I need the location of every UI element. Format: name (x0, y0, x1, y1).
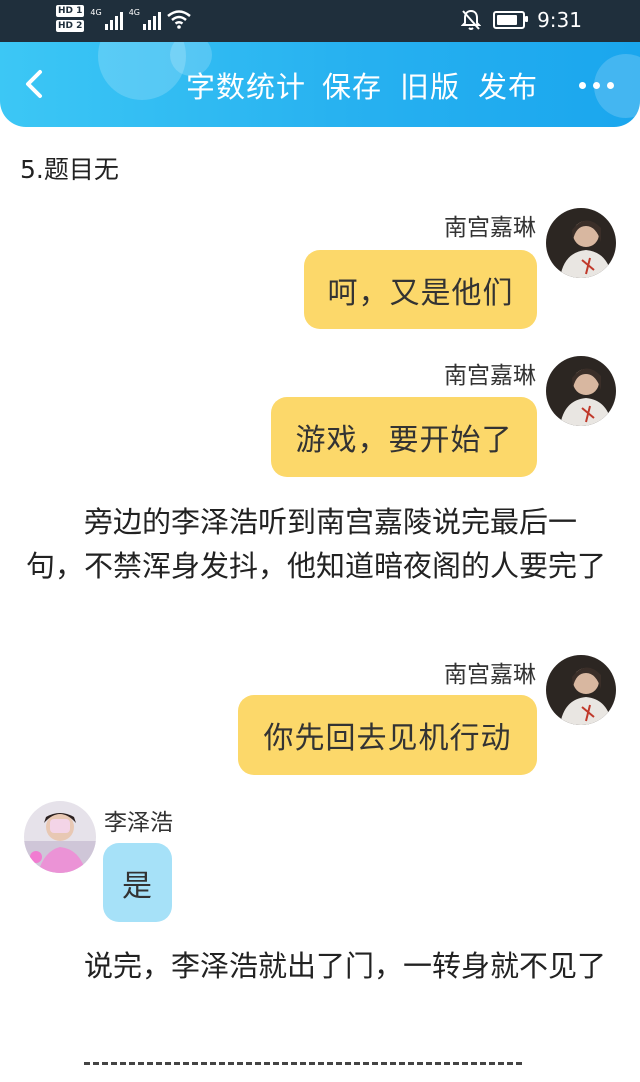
avatar (24, 801, 96, 873)
wifi-icon (167, 9, 191, 29)
chat-bubble[interactable]: 呵，又是他们 (304, 250, 537, 329)
message-text: 是 (122, 868, 153, 904)
hd2-badge: HD 2 (56, 20, 85, 32)
editor-toolbar: 字数统计 保存 旧版 发布 (0, 42, 640, 127)
mute-bell-icon (461, 9, 482, 30)
message-text: 你先回去见机行动 (263, 721, 512, 756)
chat-bubble[interactable]: 是 (103, 843, 172, 922)
message-text: 呵，又是他们 (327, 275, 514, 311)
signal-icon-1: 4G (90, 7, 123, 30)
save-button[interactable]: 保存 (322, 64, 382, 106)
old-version-button[interactable]: 旧版 (400, 64, 460, 106)
avatar (546, 356, 616, 426)
status-bar: HD 1 HD 2 4G 4G 9:31 (0, 0, 640, 42)
battery-icon (493, 11, 529, 29)
sender-name: 南宫嘉琳 (444, 215, 536, 241)
avatar (546, 655, 616, 725)
story-paragraph[interactable]: 说完，李泽浩就出了门，一转身就不见了 (26, 944, 616, 988)
chat-bubble[interactable]: 游戏，要开始了 (271, 397, 537, 477)
status-time: 9:31 (537, 8, 582, 32)
story-paragraph[interactable]: 旁边的李泽浩听到南宫嘉陵说完最后一句，不禁浑身发抖，他知道暗夜阁的人要完了 (26, 500, 616, 588)
network-type-1: 4G (90, 7, 102, 17)
back-arrow-icon[interactable] (20, 64, 54, 104)
more-options-icon[interactable] (579, 82, 614, 89)
hd-indicator: HD 1 HD 2 (56, 5, 85, 32)
message-text: 游戏，要开始了 (295, 423, 513, 458)
sender-name: 李泽浩 (104, 810, 173, 836)
publish-button[interactable]: 发布 (478, 64, 538, 106)
hd1-badge: HD 1 (56, 5, 85, 17)
dashed-divider (84, 1062, 522, 1065)
network-type-2: 4G (128, 7, 140, 17)
sender-name: 南宫嘉琳 (444, 363, 536, 389)
signal-icon-2: 4G (129, 8, 161, 30)
article-title[interactable]: 5.题目无 (20, 150, 119, 186)
avatar (546, 208, 616, 278)
word-count-button[interactable]: 字数统计 (186, 64, 306, 106)
chat-bubble[interactable]: 你先回去见机行动 (238, 695, 537, 775)
sender-name: 南宫嘉琳 (444, 662, 536, 688)
